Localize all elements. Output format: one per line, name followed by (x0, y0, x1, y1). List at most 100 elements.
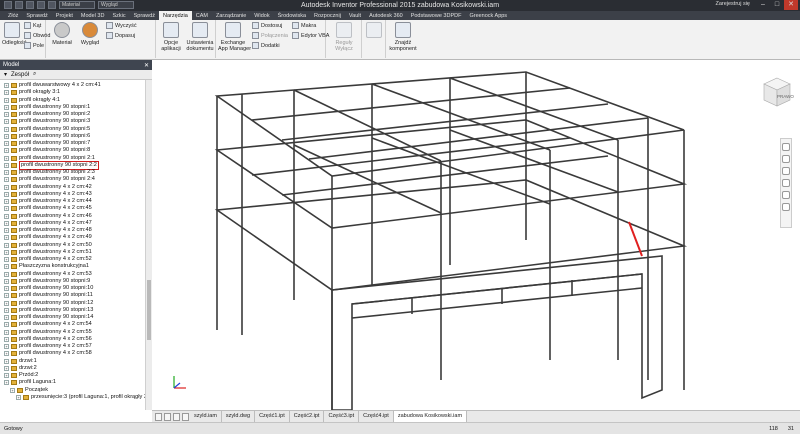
expand-icon[interactable]: + (4, 191, 9, 197)
tree-item[interactable]: + drzwi:1 (4, 358, 37, 365)
tab-7[interactable]: CAM (192, 11, 212, 20)
tree-item[interactable]: + profil dwustronny 4 x 2 cm:48 (4, 227, 92, 234)
expand-icon[interactable]: + (4, 112, 9, 118)
expand-icon[interactable]: + (4, 351, 9, 357)
expand-icon[interactable]: + (4, 155, 9, 161)
doc-settings-button[interactable]: Ustawienia dokumentu (186, 22, 214, 52)
tree-item[interactable]: + profil dwustronny 90 stopni:12 (4, 300, 93, 307)
expand-icon[interactable]: + (4, 300, 9, 306)
tab-10[interactable]: Środowiska (274, 11, 310, 20)
expand-icon[interactable]: + (4, 344, 9, 350)
maximize-icon[interactable]: □ (770, 0, 784, 10)
expand-icon[interactable]: + (4, 278, 9, 284)
viewcube[interactable]: PRAWO (762, 76, 794, 108)
tree-item[interactable]: + Płaszczyzna konstrukcyjna1 (4, 263, 89, 270)
expand-icon[interactable]: + (4, 293, 9, 299)
tree-item[interactable]: + profil dwustronny 4 x 2 cm:50 (4, 242, 92, 249)
tree-item[interactable]: + profil okrągły 3:1 (4, 89, 60, 96)
expand-icon[interactable]: + (4, 257, 9, 263)
rules-button[interactable]: Reguły Wyłącz (328, 22, 360, 52)
tree-item[interactable]: + profil dwustronny 90 stopni:10 (4, 285, 93, 292)
addins-button[interactable]: Dodatki (252, 42, 280, 49)
expand-icon[interactable]: + (4, 97, 9, 103)
appearance-select[interactable]: Wygląd (98, 1, 134, 9)
tree-item[interactable]: + profil dwustronny 4 x 2 cm:54 (4, 321, 92, 328)
tree-item[interactable]: + profil dwustronny 4 x 2 cm:49 (4, 234, 92, 241)
tree-item[interactable]: + profil dwustronny 90 stopni:14 (4, 314, 93, 321)
expand-icon[interactable]: + (4, 126, 9, 132)
expand-icon[interactable]: + (16, 394, 21, 400)
expand-icon[interactable]: + (4, 170, 9, 176)
expand-icon[interactable]: + (10, 387, 15, 393)
tree-item[interactable]: + profil dwustronny 4 x 2 cm:52 (4, 256, 92, 263)
document-tab[interactable]: szyld.dwg (222, 411, 256, 422)
tree-item[interactable]: + profil okrągły 4:1 (4, 97, 60, 104)
expand-icon[interactable]: + (4, 104, 9, 110)
tab-3[interactable]: Model 3D (77, 11, 109, 20)
graphics-viewport[interactable]: PRAWO (152, 60, 800, 411)
tab-5[interactable]: Sprawdź (130, 11, 159, 20)
tab-0[interactable]: Złóż (4, 11, 22, 20)
expand-icon[interactable]: + (4, 336, 9, 342)
tab-11[interactable]: Rozpocznij (310, 11, 345, 20)
expand-icon[interactable]: + (4, 242, 9, 248)
tree-item[interactable]: + profil dwustronny 90 stopni:9 (4, 278, 90, 285)
orbit-icon[interactable] (782, 179, 790, 187)
tree-item[interactable]: + profil dwustronny 90 stopni:7 (4, 140, 90, 147)
clear-button[interactable]: Wyczyść (106, 22, 137, 29)
tree-item[interactable]: + profil dwustronny 90 stopni:11 (4, 292, 93, 299)
tree-item[interactable]: + profil dwustronny 90 stopni:1 (4, 104, 90, 111)
customize-button[interactable]: Dostosuj (252, 22, 282, 29)
tab-14[interactable]: Podstawowe 3DPDF (407, 11, 466, 20)
tab-4[interactable]: Szkic (108, 11, 129, 20)
document-tab[interactable]: Część2.ipt (290, 411, 325, 422)
expand-icon[interactable]: + (4, 162, 9, 168)
scrollbar-thumb[interactable] (147, 280, 151, 340)
tree-item[interactable]: + profil dwustronny 90 stopni:5 (4, 126, 90, 133)
tree-item[interactable]: + profil dwustronny 90 stopni:13 (4, 307, 93, 314)
doc-nav-next-icon[interactable] (173, 413, 180, 421)
binoculars-search-icon[interactable]: ⌕ (33, 71, 36, 78)
exchange-button[interactable]: Exchange App Manager (218, 22, 251, 52)
document-tab[interactable]: Część4.ipt (359, 411, 394, 422)
tab-2[interactable]: Projekt (52, 11, 77, 20)
tree-item[interactable]: + profil dwustronny 4 x 2 cm:51 (4, 249, 92, 256)
tree-item[interactable]: + profil dwustronny 90 stopni:6 (4, 133, 90, 140)
minimize-icon[interactable]: – (756, 0, 770, 10)
expand-icon[interactable]: + (4, 177, 9, 183)
tab-6[interactable]: Narzędzia (159, 11, 192, 20)
area-button[interactable]: Pole (24, 42, 44, 49)
filter-icon[interactable]: ▾ (4, 71, 7, 78)
distance-button[interactable]: Odległość (2, 22, 26, 46)
expand-icon[interactable]: + (4, 148, 9, 154)
tab-15[interactable]: Greenock Apps (465, 11, 511, 20)
tab-13[interactable]: Autodesk 360 (365, 11, 407, 20)
expand-icon[interactable]: + (4, 119, 9, 125)
expand-icon[interactable]: + (4, 184, 9, 190)
expand-icon[interactable]: + (4, 315, 9, 321)
tree-item[interactable]: + profil dwustronny 4 x 2 cm:55 (4, 329, 92, 336)
tree-item[interactable]: + profil dwustronny 4 x 2 cm:56 (4, 336, 92, 343)
expand-icon[interactable]: + (4, 286, 9, 292)
expand-icon[interactable]: + (4, 199, 9, 205)
undo-icon[interactable] (37, 1, 45, 9)
document-tab[interactable]: Część1.ipt (255, 411, 290, 422)
vba-editor-button[interactable]: Edytor VBA (292, 32, 329, 39)
document-tab[interactable]: Część3.ipt (324, 411, 360, 422)
tree-item[interactable]: + Początek (10, 387, 48, 394)
look-at-icon[interactable] (782, 191, 790, 199)
expand-icon[interactable]: + (4, 365, 9, 371)
tree-item[interactable]: + przesunięcie:3 (profil Laguna:1, profil… (16, 394, 145, 401)
expand-icon[interactable]: + (4, 322, 9, 328)
tab-1[interactable]: Sprawdź (22, 11, 51, 20)
zoom-icon[interactable] (782, 167, 790, 175)
signin-link[interactable]: Zarejestruj się (715, 1, 750, 7)
tree-item[interactable]: + profil dwustronny 4 x 2 cm:46 (4, 213, 92, 220)
tab-8[interactable]: Zarządzanie (212, 11, 250, 20)
expand-icon[interactable]: + (4, 264, 9, 270)
frame-model[interactable] (152, 60, 800, 411)
doc-nav-prev-icon[interactable] (164, 413, 171, 421)
tree-item[interactable]: + profil dwustronny 90 stopni 2:3 (4, 169, 95, 176)
appearance-button[interactable]: Wygląd (78, 22, 102, 46)
app-options-button[interactable]: Opcje aplikacji (158, 22, 184, 52)
